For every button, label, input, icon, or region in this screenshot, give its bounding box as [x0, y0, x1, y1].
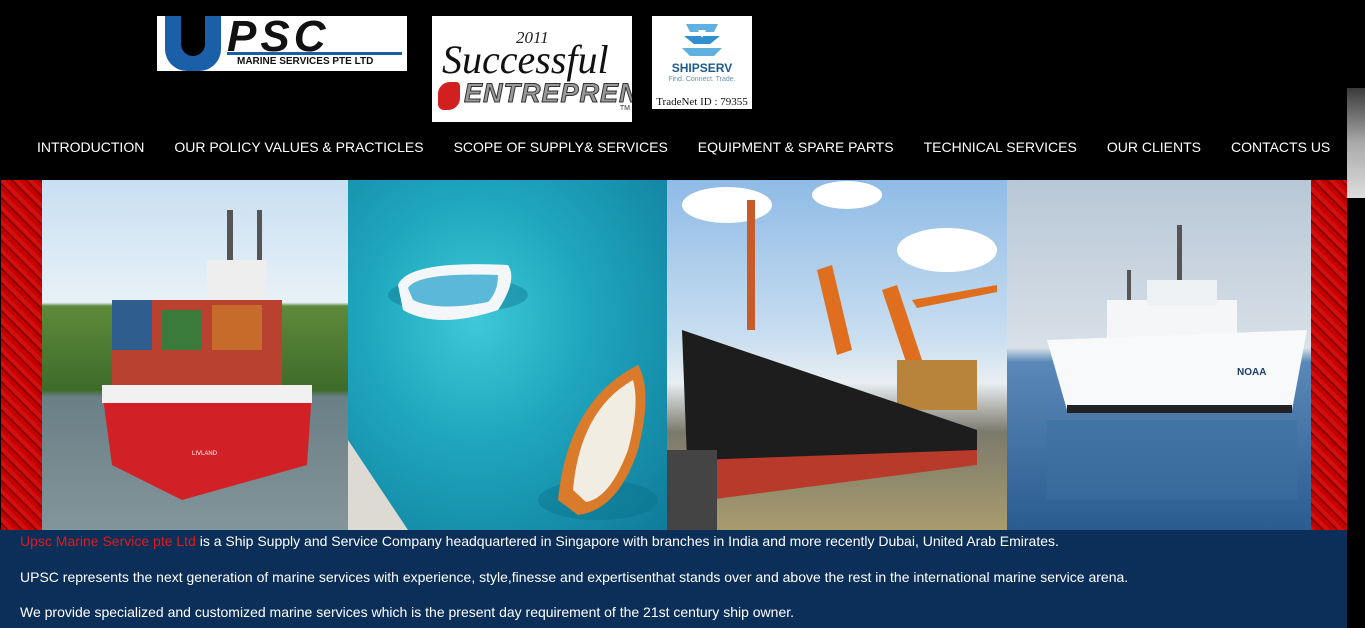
intro-line-3: We provide specialized and customized ma… [20, 604, 795, 620]
intro-text-section: Upsc Marine Service pte Ltd is a Ship Su… [0, 530, 1347, 628]
shipserv-ship-icon [682, 24, 722, 56]
award-subtitle: ENTREPRENEUR [464, 78, 632, 109]
shipserv-logo[interactable]: SHIPSERV Find. Connect. Trade. TradeNet … [652, 16, 752, 109]
nav-introduction[interactable]: INTRODUCTION [22, 137, 159, 157]
tradenet-id: TradeNet ID : 79355 [656, 96, 748, 108]
nav-contacts-us[interactable]: CONTACTS US [1216, 137, 1345, 157]
cargo-ship-image [667, 180, 1008, 530]
upsc-logo-subtitle: MARINE SERVICES PTE LTD [237, 56, 374, 67]
upsc-logo[interactable]: PSC MARINE SERVICES PTE LTD [157, 16, 407, 71]
nav-policy-values[interactable]: OUR POLICY VALUES & PRACTICLES [159, 137, 438, 157]
shipserv-name: SHIPSERV [671, 61, 733, 75]
lion-icon [438, 82, 460, 110]
page-edge-strip [1347, 88, 1365, 198]
successful-entrepreneur-logo: 2011 Successful ENTREPRENEUR TM [432, 16, 632, 122]
intro-line-2: UPSC represents the next generation of m… [20, 569, 1129, 585]
nav-technical-services[interactable]: TECHNICAL SERVICES [909, 137, 1092, 157]
nav-our-clients[interactable]: OUR CLIENTS [1092, 137, 1216, 157]
main-nav: INTRODUCTION OUR POLICY VALUES & PRACTIC… [22, 137, 1345, 157]
intro-line-1: Upsc Marine Service pte Ltd is a Ship Su… [20, 533, 1059, 549]
ship-name-noaa: NOAA [1237, 367, 1266, 378]
research-ship-image: NOAA [1007, 180, 1311, 530]
hero-banner: LIVLAND NOAA [1, 180, 1347, 530]
ship-name-livland: LIVLAND [192, 451, 218, 457]
nav-scope-of-supply[interactable]: SCOPE OF SUPPLY& SERVICES [439, 137, 683, 157]
boats-image [348, 180, 667, 530]
trademark-mark: TM [619, 105, 630, 112]
container-ship-image: LIVLAND [42, 180, 349, 530]
award-title: Successful [442, 37, 609, 82]
company-name-link[interactable]: Upsc Marine Service pte Ltd [20, 533, 196, 549]
shipserv-tagline: Find. Connect. Trade. [668, 76, 736, 83]
nav-equipment-spare-parts[interactable]: EQUIPMENT & SPARE PARTS [683, 137, 909, 157]
